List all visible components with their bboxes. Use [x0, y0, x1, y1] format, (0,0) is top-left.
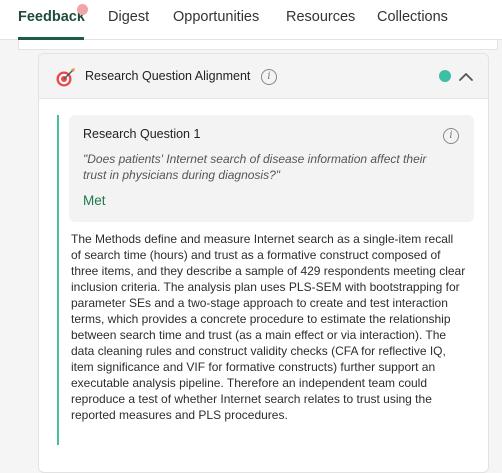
- tab-resources[interactable]: Resources: [286, 9, 355, 25]
- research-question-card: Research Question 1 i "Does patients' In…: [69, 115, 474, 222]
- tab-feedback[interactable]: Feedback: [18, 9, 85, 25]
- info-icon[interactable]: i: [261, 69, 277, 85]
- target-arrow-icon: [56, 68, 75, 87]
- tab-digest[interactable]: Digest: [108, 9, 149, 25]
- top-tab-bar: Feedback Digest Opportunities Resources …: [0, 0, 502, 40]
- notification-dot: [77, 4, 88, 15]
- tab-opportunities[interactable]: Opportunities: [173, 9, 259, 25]
- previous-card-edge: [18, 40, 498, 50]
- panel-header[interactable]: Research Question Alignment i: [39, 54, 488, 99]
- question-title: Research Question 1: [83, 127, 201, 141]
- research-question-alignment-panel: Research Question Alignment i Research Q…: [38, 53, 489, 473]
- question-content: Research Question 1 i "Does patients' In…: [57, 115, 474, 445]
- panel-title: Research Question Alignment: [85, 69, 251, 83]
- chevron-up-icon[interactable]: [457, 68, 475, 86]
- tab-collections[interactable]: Collections: [377, 9, 448, 25]
- status-dot: [439, 70, 451, 82]
- question-text: "Does patients' Internet search of disea…: [83, 152, 427, 182]
- analysis-text: The Methods define and measure Internet …: [71, 232, 466, 422]
- question-status: Met: [83, 193, 106, 208]
- question-info-icon[interactable]: i: [443, 128, 459, 144]
